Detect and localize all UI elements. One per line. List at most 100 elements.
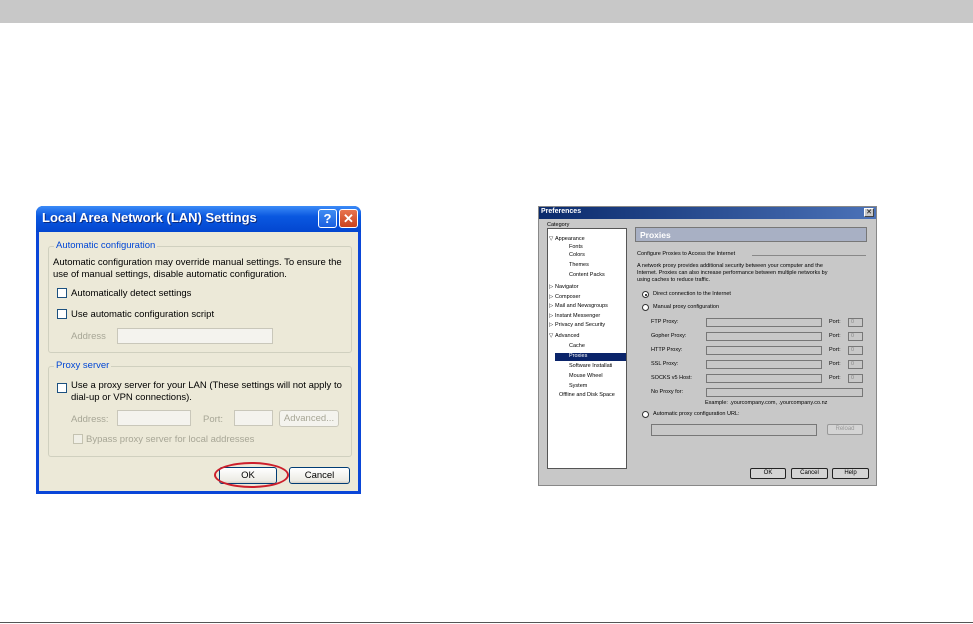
proxy-address-label: Address: [71,414,109,425]
pref-cancel-button[interactable]: Cancel [791,468,828,479]
proxy-description-3: using caches to reduce traffic. [637,277,710,283]
auto-proxy-url-input[interactable] [651,424,817,436]
bypass-local-checkbox[interactable] [73,434,83,444]
pref-dialog-title: Preferences [541,208,582,215]
gopher-proxy-input[interactable] [706,332,822,341]
socks-port-input[interactable]: 0 [848,374,863,383]
lan-dialog-body: Automatic configuration Automatic config… [39,232,358,491]
lan-dialog-title: Local Area Network (LAN) Settings [42,210,257,225]
proxy-description-1: A network proxy provides additional secu… [637,263,823,269]
lan-settings-dialog: Local Area Network (LAN) Settings ? ✕ Au… [36,206,361,494]
gopher-port-value: 0 [851,333,855,339]
proxy-description-2: Internet. Proxies can also increase perf… [637,270,828,276]
category-mail[interactable]: Mail and Newsgroups [555,303,608,310]
expand-mail-icon[interactable]: ▷ [549,303,553,310]
ssl-proxy-label: SSL Proxy: [651,361,679,367]
use-proxy-label-1: Use a proxy server for your LAN (These s… [71,380,342,391]
ftp-port-input[interactable]: 0 [848,318,863,327]
http-port-value: 0 [851,347,855,353]
manual-proxy-radio[interactable] [642,304,649,311]
category-offline[interactable]: Offline and Disk Space [559,392,615,399]
bypass-local-label: Bypass proxy server for local addresses [86,434,255,445]
category-mouse-wheel[interactable]: Mouse Wheel [569,373,603,380]
script-address-input[interactable] [117,328,273,344]
no-proxy-input[interactable] [706,388,863,397]
category-colors[interactable]: Colors [569,252,585,259]
expand-privacy-icon[interactable]: ▷ [549,322,553,329]
auto-proxy-url-radio[interactable] [642,411,649,418]
category-advanced[interactable]: Advanced [555,333,579,340]
category-selection-highlight [555,353,626,361]
proxy-port-label: Port: [203,414,224,425]
ftp-port-value: 0 [851,319,855,325]
no-proxy-example: Example: .yourcompany.com, .yourcompany.… [705,400,828,406]
pref-ok-button[interactable]: OK [750,468,786,479]
direct-connection-label: Direct connection to the Internet [653,291,731,297]
ssl-proxy-input[interactable] [706,360,822,369]
proxy-port-input[interactable] [234,410,273,426]
script-address-label: Address [71,331,106,342]
category-proxies[interactable]: Proxies [569,353,587,360]
heading-divider [752,255,866,256]
category-composer[interactable]: Composer [555,294,580,301]
gopher-port-input[interactable]: 0 [848,332,863,341]
expand-advanced-icon[interactable]: ▽ [549,333,553,340]
http-port-input[interactable]: 0 [848,346,863,355]
close-icon[interactable]: ✕ [864,208,874,217]
ftp-proxy-input[interactable] [706,318,822,327]
socks-port-value: 0 [851,375,855,381]
category-fonts[interactable]: Fonts [569,244,583,251]
pref-help-button[interactable]: Help [832,468,869,479]
proxies-panel-title: Proxies [640,230,671,240]
pref-titlebar: Preferences ✕ [539,207,876,219]
category-themes[interactable]: Themes [569,262,589,269]
use-proxy-label-2: dial-up or VPN connections). [71,392,192,403]
auto-proxy-url-label: Automatic proxy configuration URL: [653,411,740,417]
expand-appearance-icon[interactable]: ▽ [549,236,553,243]
ssl-port-value: 0 [851,361,855,367]
http-port-label: Port: [829,347,841,353]
preferences-dialog: Preferences ✕ Category ▽ Appearance Font… [538,206,877,486]
auto-script-label: Use automatic configuration script [71,309,215,320]
ssl-port-input[interactable]: 0 [848,360,863,369]
close-icon[interactable]: ✕ [339,209,358,228]
page-header-bar [0,0,973,23]
automatic-configuration-title: Automatic configuration [54,240,158,251]
proxy-server-title: Proxy server [54,360,112,371]
category-appearance[interactable]: Appearance [555,236,585,243]
cancel-button[interactable]: Cancel [289,467,350,484]
manual-proxy-label: Manual proxy configuration [653,304,720,310]
expand-navigator-icon[interactable]: ▷ [549,284,553,291]
advanced-button[interactable]: Advanced... [279,410,339,427]
http-proxy-input[interactable] [706,346,822,355]
expand-im-icon[interactable]: ▷ [549,313,553,320]
http-proxy-label: HTTP Proxy: [651,347,683,353]
auto-script-checkbox[interactable] [57,309,67,319]
expand-composer-icon[interactable]: ▷ [549,294,553,301]
page-footer-rule [0,622,973,623]
auto-detect-checkbox[interactable] [57,288,67,298]
no-proxy-label: No Proxy for: [651,389,684,395]
socks-host-label: SOCKS v5 Host: [651,375,692,381]
lan-titlebar: Local Area Network (LAN) Settings ? ✕ [36,206,361,232]
socks-host-input[interactable] [706,374,822,383]
help-icon[interactable]: ? [318,209,337,228]
ok-highlight-ring [214,462,289,488]
auto-config-description-1: Automatic configuration may override man… [53,257,342,268]
proxy-address-input[interactable] [117,410,191,426]
use-proxy-checkbox[interactable] [57,383,67,393]
category-privacy[interactable]: Privacy and Security [555,322,605,329]
direct-connection-radio[interactable] [642,291,649,298]
category-im[interactable]: Instant Messenger [555,313,600,320]
configure-proxies-heading: Configure Proxies to Access the Internet [637,251,736,257]
category-software-install[interactable]: Software Installati [569,363,612,370]
reload-button[interactable]: Reload [827,424,863,435]
socks-port-label: Port: [829,375,841,381]
category-system[interactable]: System [569,383,587,390]
gopher-port-label: Port: [829,333,841,339]
ftp-proxy-label: FTP Proxy: [651,319,679,325]
category-content-packs[interactable]: Content Packs [569,272,605,279]
category-cache[interactable]: Cache [569,343,585,350]
gopher-proxy-label: Gopher Proxy: [651,333,687,339]
category-navigator[interactable]: Navigator [555,284,579,291]
